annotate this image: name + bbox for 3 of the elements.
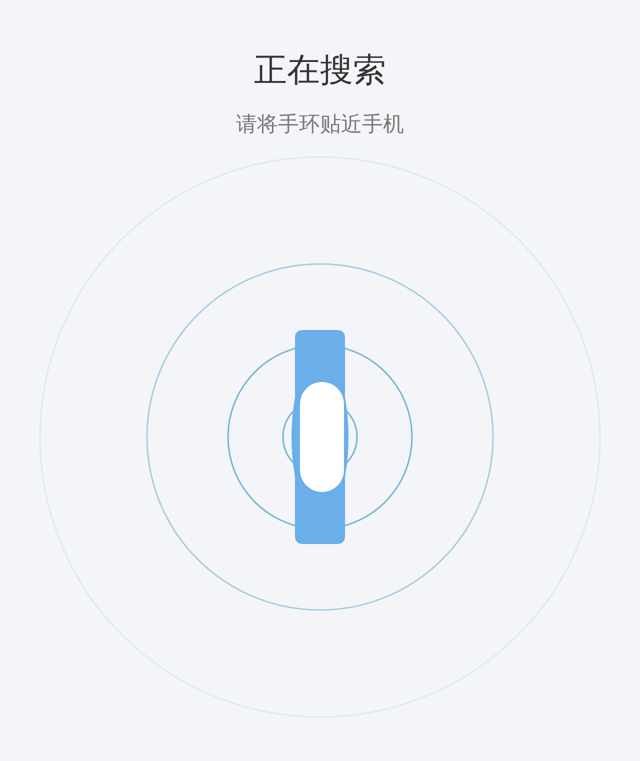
instruction-text: 请将手环贴近手机 (236, 111, 404, 138)
page-title: 正在搜索 (254, 50, 386, 90)
fitness-band-icon (292, 330, 348, 544)
